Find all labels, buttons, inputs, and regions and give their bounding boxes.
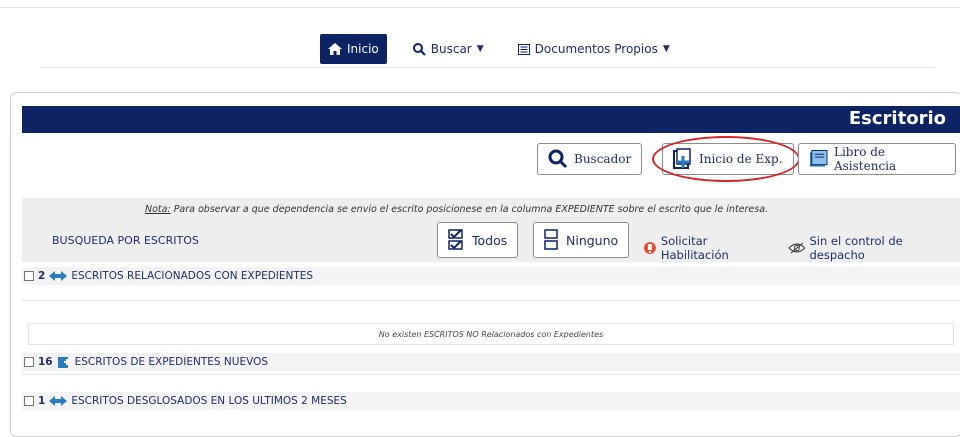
ninguno-label: Ninguno xyxy=(566,232,619,248)
nota-prefix: Nota: xyxy=(145,204,171,215)
home-icon xyxy=(328,43,342,55)
solicitar-habilitacion-link[interactable]: Solicitar Habilitación Sin el control de… xyxy=(643,234,960,262)
section-label: ESCRITOS DESGLOSADOS EN LOS ULTIMOS 2 ME… xyxy=(71,395,347,407)
section-relacionados[interactable]: 2 ESCRITOS RELACIONADOS CON EXPEDIENTES xyxy=(22,267,960,285)
busqueda-label: BUSQUEDA POR ESCRITOS xyxy=(52,234,199,247)
link-arrows-icon xyxy=(49,396,68,406)
book-icon xyxy=(809,149,828,167)
section-nuevos[interactable]: 16 ESCRITOS DE EXPEDIENTES NUEVOS xyxy=(22,353,960,371)
search-icon xyxy=(412,42,426,56)
section-label: ESCRITOS RELACIONADOS CON EXPEDIENTES xyxy=(71,270,314,282)
sin-control-label: Sin el control de despacho xyxy=(809,234,903,262)
section-checkbox[interactable] xyxy=(24,396,34,406)
top-border xyxy=(0,0,960,8)
section-label: ESCRITOS DE EXPEDIENTES NUEVOS xyxy=(74,356,269,368)
list-icon xyxy=(517,43,530,55)
panel-title-bar: Escritorio xyxy=(22,106,960,133)
section-checkbox[interactable] xyxy=(24,357,34,367)
checked-list-icon xyxy=(448,229,463,250)
nav-documents-label: Documentos Propios xyxy=(534,42,658,56)
alert-icon xyxy=(643,242,656,254)
buscador-label: Buscador xyxy=(574,152,632,166)
todos-label: Todos xyxy=(472,232,508,248)
panel-title: Escritorio xyxy=(848,108,946,129)
nav-search-label: Buscar xyxy=(430,42,472,56)
nav-documents[interactable]: Documentos Propios ▼ xyxy=(510,34,678,64)
unchecked-list-icon xyxy=(544,229,558,250)
section-desglosados[interactable]: 1 ESCRITOS DESGLOSADOS EN LOS ULTIMOS 2 … xyxy=(22,392,960,410)
buscador-button[interactable]: Buscador xyxy=(537,143,643,175)
search-icon xyxy=(548,149,568,169)
top-navbar: Inicio Buscar ▼ Documentos Propios ▼ xyxy=(0,0,960,78)
section-count: 16 xyxy=(38,356,53,368)
link-arrows-icon xyxy=(49,271,68,281)
libro-asistencia-button[interactable]: Libro de Asistencia xyxy=(798,143,956,175)
caret-down-icon: ▼ xyxy=(662,44,670,54)
nav-home[interactable]: Inicio xyxy=(320,34,387,64)
highlight-annotation xyxy=(652,136,800,182)
nav-divider xyxy=(40,67,935,68)
eye-slash-icon xyxy=(787,242,806,254)
divider xyxy=(22,374,960,375)
section-count: 2 xyxy=(38,270,46,282)
section-checkbox[interactable] xyxy=(24,271,34,281)
nav-search[interactable]: Buscar ▼ xyxy=(405,34,492,64)
section-count: 1 xyxy=(38,395,46,407)
divider xyxy=(22,300,960,301)
main-nav: Inicio Buscar ▼ Documentos Propios ▼ xyxy=(320,34,678,64)
ninguno-button[interactable]: Ninguno xyxy=(533,222,630,258)
libro-label: Libro de Asistencia xyxy=(833,145,897,173)
nota-text: Nota: Para observar a que dependencia se… xyxy=(145,204,768,215)
new-document-icon xyxy=(57,357,70,368)
nav-home-label: Inicio xyxy=(347,42,379,56)
todos-button[interactable]: Todos xyxy=(437,222,519,258)
solicitar-label: Solicitar Habilitación xyxy=(660,234,729,262)
caret-down-icon: ▼ xyxy=(476,44,484,54)
nota-body: Para observar a que dependencia se envio… xyxy=(170,204,769,215)
empty-message: No existen ESCRITOS NO Relacionados con … xyxy=(28,323,954,345)
